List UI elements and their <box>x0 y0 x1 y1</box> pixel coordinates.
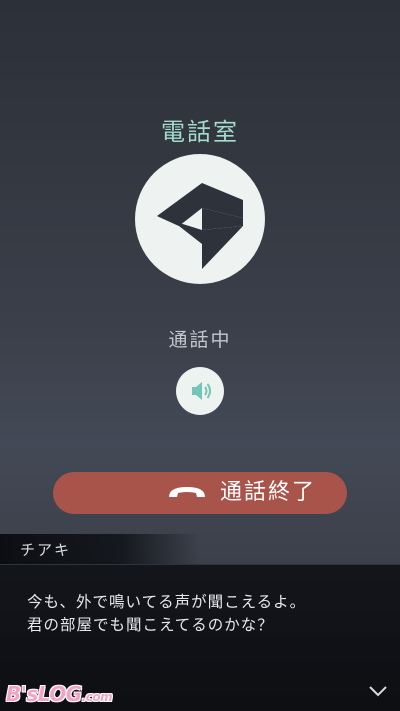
speaker-name-box: チアキ <box>0 534 200 564</box>
call-room-title: 電話室 <box>161 118 239 146</box>
phone-hangup-icon <box>169 487 205 497</box>
caller-logo-icon <box>157 183 243 269</box>
watermark-logo: B'sLOG.com <box>6 682 113 706</box>
speaker-icon <box>192 382 211 400</box>
chevron-down-icon[interactable] <box>368 685 388 697</box>
caller-avatar <box>135 154 265 284</box>
call-status: 通話中 <box>168 329 232 351</box>
dialogue-line: 君の部屋でも聞こえてるのかな？ <box>27 616 274 634</box>
speaker-name: チアキ <box>20 541 72 559</box>
dialogue-line: 今も、外で鳴いてる声が聞こえるよ。 <box>27 593 307 611</box>
end-call-label: 通話終了 <box>220 480 317 505</box>
speaker-button[interactable] <box>176 367 224 415</box>
end-call-button[interactable]: 通話終了 <box>53 472 347 514</box>
